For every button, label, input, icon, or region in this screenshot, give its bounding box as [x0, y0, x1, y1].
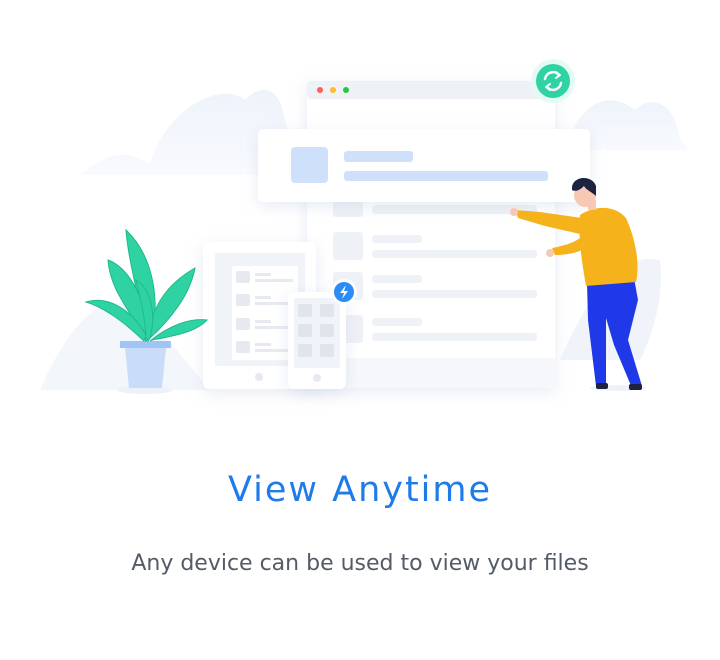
- lightning-icon: [331, 279, 357, 305]
- page-title: View Anytime: [227, 470, 493, 510]
- window-minimize-dot: [330, 87, 336, 93]
- window-close-dot: [317, 87, 323, 93]
- window-maximize-dot: [343, 87, 349, 93]
- sync-icon: [531, 59, 575, 103]
- onboarding-illustration: [40, 59, 690, 394]
- page-subtitle: Any device can be used to view your file…: [131, 551, 589, 576]
- highlight-card: [258, 129, 590, 202]
- phone-device: [288, 292, 346, 389]
